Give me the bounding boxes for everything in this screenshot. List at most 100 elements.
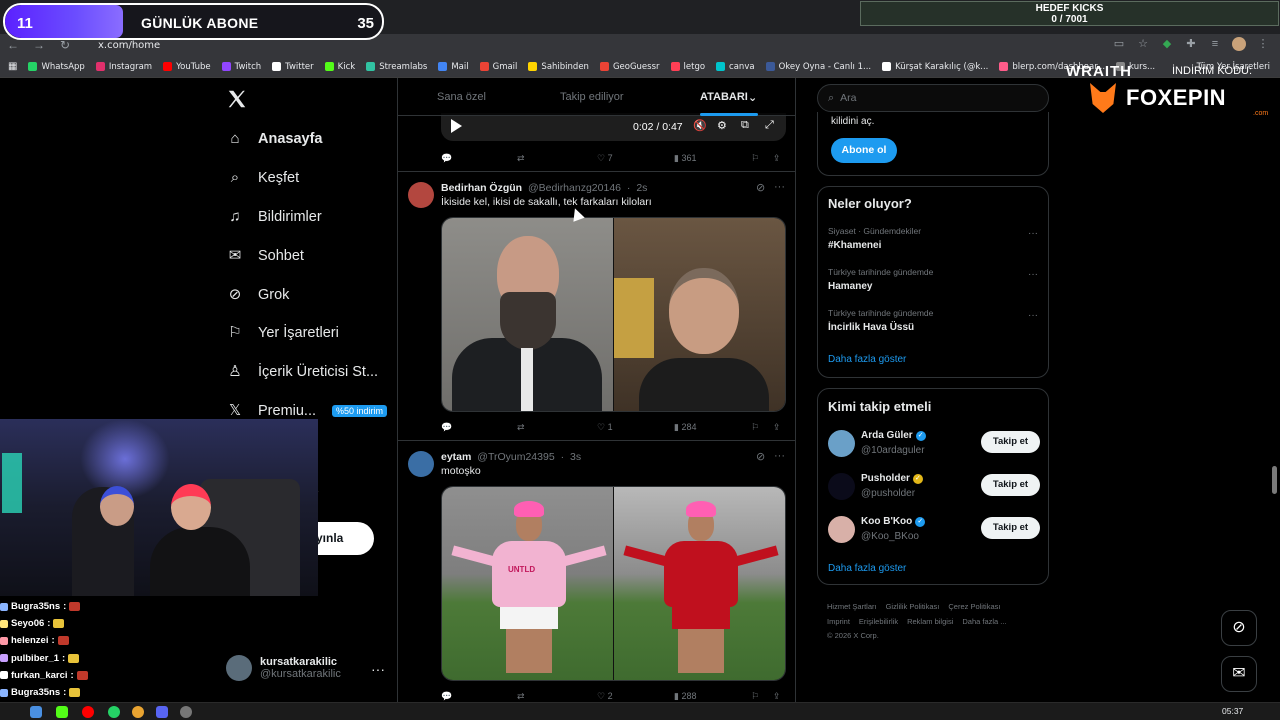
repost-icon[interactable]: ⇄ [517, 691, 525, 702]
follow-button[interactable]: Takip et [981, 474, 1040, 496]
cast-icon[interactable]: ▭ [1112, 37, 1126, 51]
reply-icon[interactable]: 💬 [441, 153, 452, 164]
share-icon[interactable]: ⇪ [773, 153, 781, 164]
kick-icon[interactable] [56, 706, 68, 718]
post-time[interactable]: 3s [570, 451, 581, 463]
footer-link[interactable]: Daha fazla ... [962, 617, 1006, 626]
account-switcher[interactable]: kursatkarakilic @kursatkarakilic [226, 655, 341, 681]
extensions-icon[interactable]: ✚ [1184, 37, 1198, 51]
post-image-right[interactable] [614, 487, 785, 680]
views-button[interactable]: ▮ 284 [674, 422, 696, 433]
post-image-left[interactable] [442, 218, 613, 411]
opera-icon[interactable] [82, 706, 94, 718]
share-icon[interactable]: ⇪ [773, 691, 781, 702]
search-input[interactable]: ⌕ Ara [817, 84, 1049, 112]
back-icon[interactable]: ← [0, 38, 26, 52]
play-icon[interactable] [451, 119, 462, 133]
bookmark-item[interactable]: WhatsApp [28, 62, 85, 72]
tab-atabari[interactable]: ATABARI [700, 91, 748, 103]
footer-link[interactable]: Hizmet Şartları [827, 602, 877, 611]
avatar[interactable] [408, 182, 434, 208]
whatsapp-icon[interactable] [108, 706, 120, 718]
reload-icon[interactable]: ↻ [52, 38, 78, 52]
like-button[interactable]: ♡ 1 [597, 422, 613, 433]
views-button[interactable]: ▮ 361 [674, 153, 696, 164]
menu-icon[interactable]: ⋮ [1256, 37, 1270, 51]
more-icon[interactable]: ··· [774, 181, 785, 193]
messages-fab-icon[interactable]: ✉ [1221, 656, 1257, 692]
explorer-icon[interactable] [30, 706, 42, 718]
star-icon[interactable]: ☆ [1136, 37, 1150, 51]
url-field[interactable]: x.com/home [98, 40, 160, 51]
post-author-name[interactable]: eytam [441, 451, 471, 463]
bookmark-item[interactable]: canva [716, 62, 755, 72]
follow-show-more[interactable]: Daha fazla göster [828, 563, 906, 574]
follow-suggestion[interactable]: Koo B'Koo ✓ @Koo_BKoo Takip et [828, 514, 1040, 546]
nav-item[interactable]: ⊘ Grok [226, 283, 290, 307]
grok-fab-icon[interactable]: ⊘ [1221, 610, 1257, 646]
reply-icon[interactable]: 💬 [441, 422, 452, 433]
trend-name[interactable]: #Khamenei [828, 240, 881, 251]
follow-suggestion[interactable]: Arda Güler ✓ @10ardaguler Takip et [828, 428, 1040, 460]
bookmark-item[interactable]: letgo [670, 62, 705, 72]
post-time[interactable]: 2s [636, 182, 647, 194]
like-button[interactable]: ♡ 7 [597, 153, 613, 164]
profile-avatar[interactable] [1232, 37, 1246, 51]
apps-grid-icon[interactable]: ▦ [8, 61, 17, 72]
tab-following[interactable]: Takip ediliyor [560, 91, 624, 103]
bookmark-item[interactable]: Kick [324, 62, 355, 72]
footer-link[interactable]: Çerez Politikası [948, 602, 1000, 611]
bookmark-icon[interactable]: ⚐ [751, 422, 759, 433]
follow-suggestion[interactable]: Pusholder ✓ @pusholder Takip et [828, 471, 1040, 503]
post-media[interactable] [441, 217, 786, 412]
bookmark-item[interactable]: Twitch [221, 62, 261, 72]
more-icon[interactable]: ··· [1028, 269, 1038, 280]
nav-item[interactable]: ✉ Sohbet [226, 244, 304, 268]
subscribe-button[interactable]: Abone ol [831, 138, 897, 163]
post-image-left[interactable]: UNTLD [442, 487, 613, 680]
post-author-handle[interactable]: @Bedirhanzg20146 [528, 182, 621, 194]
tabs-list-icon[interactable]: ≡ [1208, 37, 1222, 51]
discord-icon[interactable] [156, 706, 168, 718]
forward-icon[interactable]: → [26, 38, 52, 52]
views-button[interactable]: ▮ 288 [674, 691, 696, 702]
repost-icon[interactable]: ⇄ [517, 153, 525, 164]
more-icon[interactable]: ··· [1028, 310, 1038, 321]
follow-name[interactable]: Koo B'Koo [861, 516, 912, 527]
footer-link[interactable]: Reklam bilgisi [907, 617, 953, 626]
avatar[interactable] [828, 430, 855, 457]
chevron-down-icon[interactable]: ⌄ [748, 91, 757, 104]
bookmark-item[interactable]: Okey Oyna - Canlı 1... [765, 62, 871, 72]
more-icon[interactable]: ··· [1028, 228, 1038, 239]
bookmark-item[interactable]: Instagram [95, 62, 152, 72]
share-icon[interactable]: ⇪ [773, 422, 781, 433]
trend-name[interactable]: Hamaney [828, 281, 872, 292]
trend-name[interactable]: İncirlik Hava Üssü [828, 322, 914, 333]
settings-gear-icon[interactable]: ⚙ [717, 119, 727, 132]
trends-show-more[interactable]: Daha fazla göster [828, 354, 906, 365]
bookmark-item[interactable]: Streamlabs [366, 62, 427, 72]
bookmark-item[interactable]: Kürşat Karakılıç (@k... [882, 62, 988, 72]
post-author-name[interactable]: Bedirhan Özgün [441, 182, 522, 194]
nav-item[interactable]: ♫ Bildirimler [226, 205, 321, 229]
nav-item[interactable]: ⌕ Keşfet [226, 166, 299, 190]
bookmark-item[interactable]: Gmail [479, 62, 517, 72]
bookmark-icon[interactable]: ⚐ [751, 153, 759, 164]
follow-button[interactable]: Takip et [981, 517, 1040, 539]
footer-link[interactable]: Imprint [827, 617, 850, 626]
x-logo-icon[interactable] [226, 88, 248, 110]
bookmark-item[interactable]: YouTube [163, 62, 211, 72]
tab-for-you[interactable]: Sana özel [437, 91, 486, 103]
post-author-handle[interactable]: @TrOyum24395 [477, 451, 554, 463]
nav-item[interactable]: ⚐ Yer İşaretleri [226, 321, 339, 345]
obs-icon[interactable] [180, 706, 192, 718]
bookmark-icon[interactable]: ⚐ [751, 691, 759, 702]
more-icon[interactable]: ··· [371, 661, 385, 677]
follow-button[interactable]: Takip et [981, 431, 1040, 453]
scrollbar[interactable] [1272, 466, 1277, 494]
nav-item[interactable]: ⌂ Anasayfa [226, 127, 322, 151]
footer-link[interactable]: © 2026 X Corp. [827, 631, 879, 640]
grok-icon[interactable]: ⊘ [756, 181, 765, 194]
footer-link[interactable]: Erişilebilirlik [859, 617, 898, 626]
bookmark-item[interactable]: Sahibinden [528, 62, 589, 72]
